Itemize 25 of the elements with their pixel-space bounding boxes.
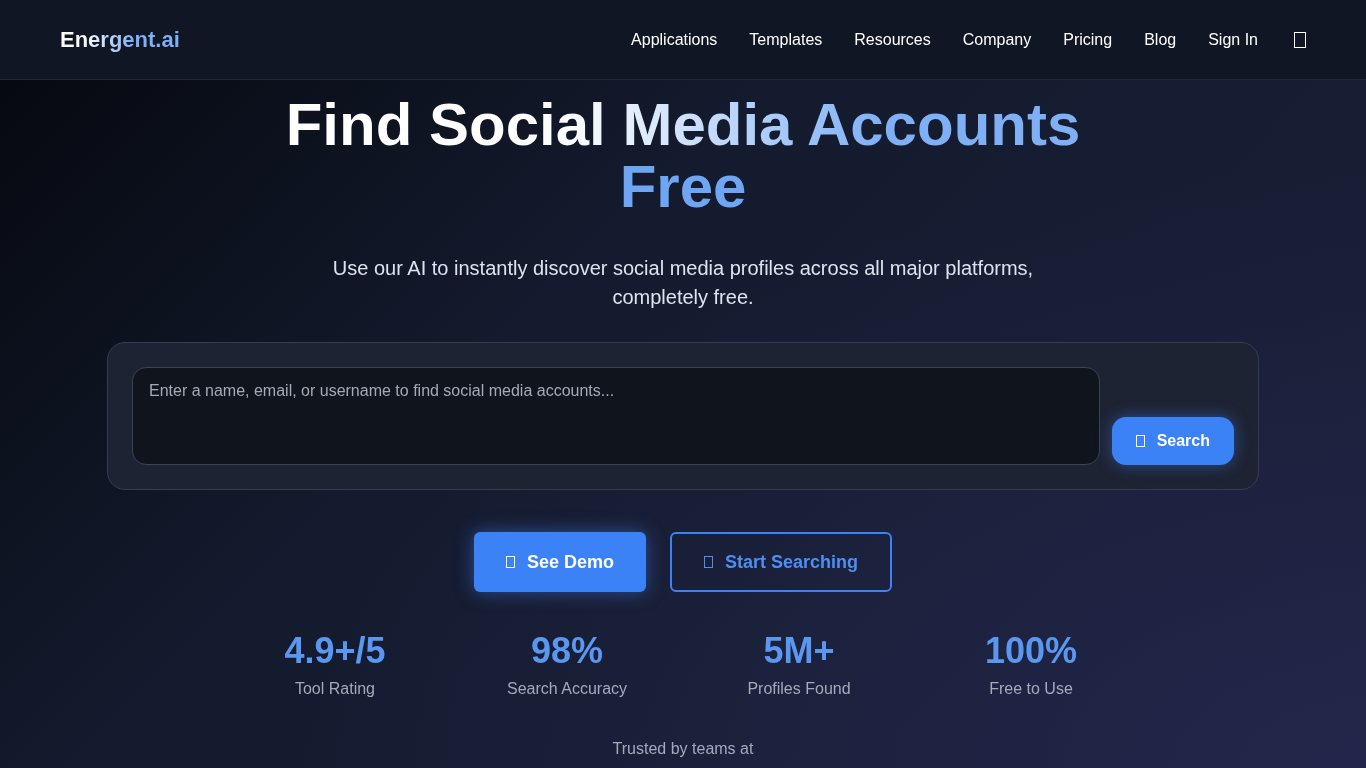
glyph-box-icon bbox=[704, 556, 713, 568]
stat-label: Search Accuracy bbox=[506, 680, 628, 698]
demo-button[interactable]: See Demo bbox=[473, 532, 646, 592]
stat-value: 100% bbox=[984, 630, 1078, 672]
nav-link[interactable]: Company bbox=[962, 30, 1032, 49]
stat-label: Tool Rating bbox=[294, 680, 375, 698]
nav-link[interactable]: Resources bbox=[854, 30, 931, 49]
glyph-box-icon bbox=[505, 556, 515, 568]
nav-link[interactable]: Blog bbox=[1144, 30, 1177, 49]
glyph-box-icon bbox=[1135, 435, 1145, 447]
stat-value: 5M+ bbox=[763, 630, 835, 672]
stat-label: Profiles Found bbox=[747, 680, 851, 698]
hero-subtitle: Use our AI to instantly discover social media profiles across all major platforms, completely free. bbox=[331, 256, 1035, 310]
stat-value: 98% bbox=[530, 630, 604, 672]
search-button[interactable]: Search bbox=[1111, 417, 1234, 465]
search-field[interactable]: Enter a name, email, or username to find social media accounts... bbox=[132, 367, 1100, 465]
nav-link[interactable]: Applications bbox=[631, 30, 718, 49]
start-button[interactable]: Start Searching bbox=[670, 532, 893, 592]
glyph-box-icon[interactable] bbox=[1294, 31, 1306, 48]
stat-label: Free to Use bbox=[989, 680, 1073, 698]
stat-value: 4.9+/5 bbox=[284, 630, 386, 672]
nav-link[interactable]: Pricing bbox=[1063, 30, 1113, 49]
nav-link[interactable]: Templates bbox=[749, 30, 823, 49]
nav-link[interactable]: Sign In bbox=[1208, 30, 1258, 49]
trusted-caption: Trusted by teams at bbox=[612, 740, 754, 758]
